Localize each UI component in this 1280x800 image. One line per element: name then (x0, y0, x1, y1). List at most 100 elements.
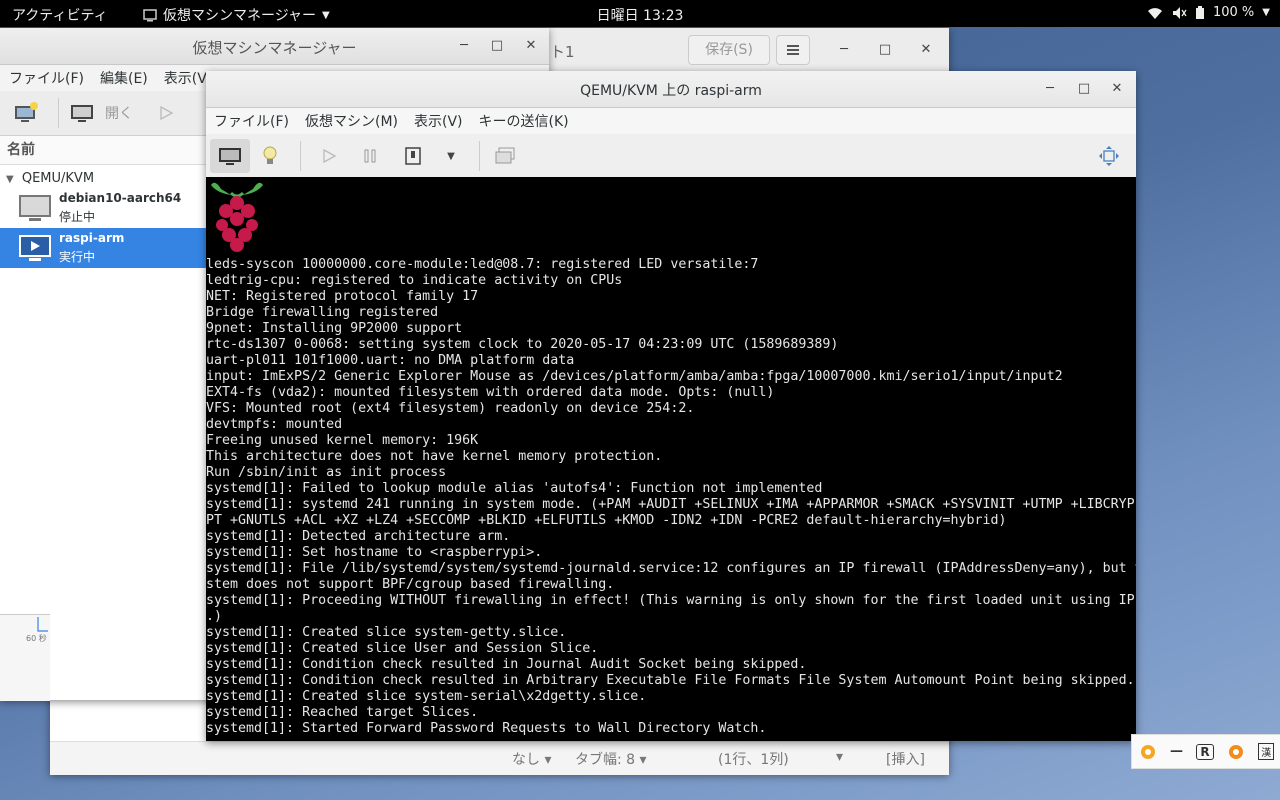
menu-send-key[interactable]: キーの送信(K) (471, 111, 577, 131)
console-line: leds-syscon 10000000.core-module:led@08.… (206, 257, 759, 272)
snapshot-icon (495, 147, 515, 164)
menu-view[interactable]: 表示(V) (406, 111, 471, 131)
console-line: Bridge firewalling registered (206, 305, 439, 320)
cursor-position[interactable]: (1行、1列) (718, 749, 789, 769)
console-titlebar: QEMU/KVM 上の raspi-arm ─ □ ✕ (206, 71, 1136, 108)
console-line: rtc-ds1307 0-0068: setting system clock … (206, 337, 839, 352)
system-tray[interactable]: 100 % ▼ (1147, 5, 1270, 20)
console-partial-line: systemd[1]: Listening on Syslog Socket. (206, 735, 406, 741)
tab-width-selector[interactable]: タブ幅: 8 ▾ (575, 749, 647, 769)
save-button-label: 保存(S) (705, 42, 753, 58)
console-view-button[interactable] (210, 139, 250, 173)
play-icon (160, 105, 174, 121)
power-icon (405, 147, 421, 165)
activities-button[interactable]: アクティビティ (12, 5, 108, 25)
maximize-button[interactable]: □ (488, 37, 506, 55)
details-view-button[interactable] (250, 139, 290, 173)
console-line: systemd[1]: Reached target Slices. (206, 705, 479, 720)
maximize-button[interactable]: □ (1075, 80, 1093, 98)
save-button[interactable]: 保存(S) (688, 35, 770, 65)
hamburger-menu-button[interactable] (776, 35, 810, 65)
toolbar-separator (479, 141, 480, 171)
vmm-titlebar: 仮想マシンマネージャー ─ □ ✕ (0, 28, 549, 65)
battery-percent: 100 % (1212, 5, 1255, 20)
new-vm-button[interactable] (4, 93, 48, 133)
close-button[interactable]: ✕ (917, 41, 935, 59)
name-column-header: 名前 (7, 142, 35, 158)
window-title: QEMU/KVM 上の raspi-arm (580, 83, 762, 99)
minimize-button[interactable]: ─ (835, 41, 853, 59)
console-line: 9pnet: Installing 9P2000 support (206, 321, 463, 336)
minus-icon[interactable]: — (1170, 744, 1183, 759)
console-line: systemd[1]: Created slice User and Sessi… (206, 641, 599, 656)
menu-file[interactable]: ファイル(F) (1, 68, 92, 88)
expander-icon: ▼ (6, 174, 14, 185)
vm-running-icon (19, 235, 51, 261)
app-menu[interactable]: 仮想マシンマネージャー ▼ (143, 5, 330, 25)
run-button[interactable] (311, 139, 347, 173)
input-method-icon[interactable] (1139, 743, 1157, 761)
menu-edit[interactable]: 編集(E) (92, 68, 156, 88)
raspberry-pi-logo-icon (211, 182, 263, 252)
close-button[interactable]: ✕ (522, 37, 540, 55)
volume-muted-icon (1172, 6, 1187, 19)
close-button[interactable]: ✕ (1108, 80, 1126, 98)
open-button[interactable]: 開く (69, 93, 133, 133)
snapshots-button[interactable] (490, 139, 520, 173)
tab-width-label: タブ幅: 8 (575, 752, 636, 768)
top-bar: アクティビティ 仮想マシンマネージャー ▼ 日曜日 13:23 100 % ▼ (0, 0, 1280, 27)
minimize-button[interactable]: ─ (455, 37, 473, 55)
app-menu-label: 仮想マシンマネージャー (163, 8, 317, 24)
run-button[interactable] (151, 93, 181, 133)
monitor-icon (71, 105, 93, 122)
language-selector[interactable]: なし ▾ (512, 749, 551, 769)
menu-icon (787, 45, 799, 55)
console-line: systemd[1]: Condition check resulted in … (206, 657, 807, 672)
group-label: QEMU/KVM (21, 171, 95, 186)
chevron-down-icon: ▼ (1262, 7, 1270, 18)
open-button-label: 開く (105, 106, 133, 122)
console-line: This architecture does not have kernel m… (206, 449, 663, 464)
vm-state: 停止中 (59, 210, 96, 224)
clock[interactable]: 日曜日 13:23 (597, 8, 684, 24)
vm-state: 実行中 (59, 250, 96, 264)
console-output: leds-syscon 10000000.core-module:led@08.… (206, 257, 1136, 737)
pause-button[interactable] (347, 139, 393, 173)
minimize-button[interactable]: ─ (1041, 80, 1059, 98)
chevron-down-icon: ▼ (322, 9, 330, 21)
graph-time-label: 60 秒 (26, 634, 47, 643)
cursor-position-label: (1行、1列) (718, 752, 789, 768)
vm-name: raspi-arm (59, 231, 125, 245)
r-indicator[interactable]: R (1196, 743, 1214, 760)
console-toolbar: ▼ (206, 134, 1136, 179)
maximize-button[interactable]: □ (876, 41, 894, 59)
console-line: systemd[1]: Set hostname to <raspberrypi… (206, 545, 543, 560)
console-line: VFS: Mounted root (ext4 filesystem) read… (206, 401, 695, 416)
console-line: Freeing unused kernel memory: 196K (206, 433, 479, 448)
console-line: NET: Registered protocol family 17 (206, 289, 479, 304)
console-line: Run /sbin/init as init process (206, 465, 447, 480)
new-vm-icon (15, 102, 38, 122)
position-dropdown-icon[interactable]: ▾ (836, 749, 843, 765)
fullscreen-button[interactable] (1094, 139, 1124, 173)
console-line: systemd[1]: Condition check resulted in … (206, 673, 1135, 688)
console-line: systemd[1]: Created slice system-serial\… (206, 689, 647, 704)
console-menubar: ファイル(F) 仮想マシン(M) 表示(V) キーの送信(K) (206, 108, 1136, 134)
console-line: devtmpfs: mounted (206, 417, 343, 432)
menu-file[interactable]: ファイル(F) (206, 111, 297, 131)
indicator-tray: — R 漢 (1131, 734, 1280, 769)
wifi-icon (1147, 7, 1162, 19)
settings-icon[interactable] (1227, 743, 1245, 761)
toolbar-separator (300, 141, 301, 171)
shutdown-menu-button[interactable]: ▼ (433, 139, 469, 173)
console-line: systemd[1]: Failed to lookup module alia… (206, 481, 823, 496)
menu-vm[interactable]: 仮想マシン(M) (297, 111, 406, 131)
shutdown-button[interactable] (393, 139, 433, 173)
console-line: systemd[1]: systemd 241 running in syste… (206, 497, 1135, 512)
battery-icon (1195, 5, 1204, 19)
console-line: ledtrig-cpu: registered to indicate acti… (206, 273, 623, 288)
vm-console-screen[interactable]: leds-syscon 10000000.core-module:led@08.… (206, 177, 1136, 741)
keyboard-indicator[interactable]: 漢 (1258, 743, 1275, 760)
editor-statusbar: なし ▾ タブ幅: 8 ▾ (1行、1列) ▾ [挿入] (50, 741, 949, 775)
monitor-icon (219, 148, 241, 165)
